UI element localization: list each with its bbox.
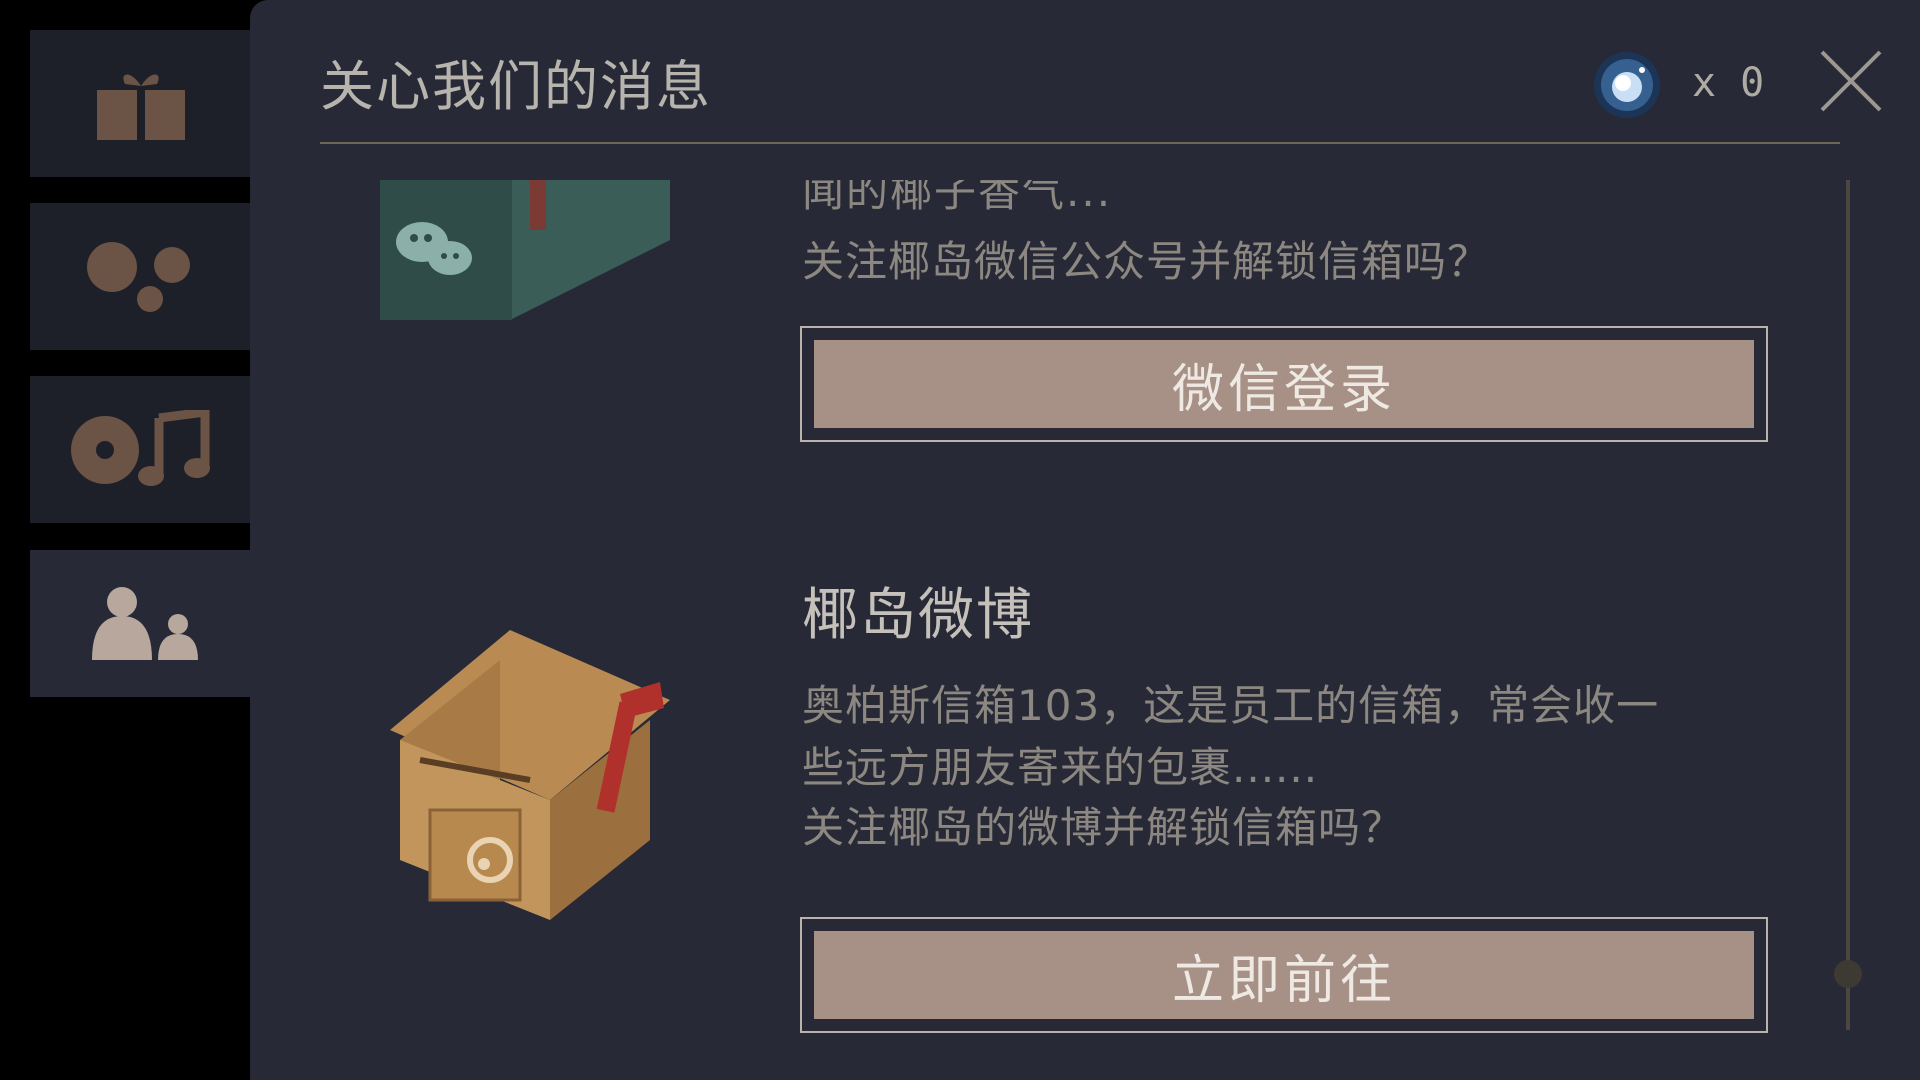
weibo-go-button[interactable]: 立即前往 <box>800 917 1768 1033</box>
dots-icon <box>87 241 190 312</box>
wechat-login-button[interactable]: 微信登录 <box>800 326 1768 442</box>
weibo-mailbox-icon <box>390 630 670 920</box>
tab-dots[interactable] <box>30 203 252 350</box>
wechat-login-label: 微信登录 <box>814 340 1754 428</box>
currency-count: x 0 <box>1692 60 1765 106</box>
scrollbar-thumb[interactable] <box>1834 960 1862 988</box>
weibo-go-label: 立即前往 <box>814 931 1754 1019</box>
card-weibo-description-line-1: 奥柏斯信箱103，这是员工的信箱，常会收一 <box>802 681 1660 730</box>
page-title: 关心我们的消息 <box>320 55 712 118</box>
card-wechat-description: 关注椰岛微信公众号并解锁信箱吗？ <box>802 237 1491 286</box>
orb-icon <box>1594 52 1660 118</box>
card-wechat-cut-text: 闻的椰子香气... <box>802 180 1113 216</box>
people-icon <box>92 586 198 660</box>
card-weibo-title: 椰岛微博 <box>802 583 1034 648</box>
scroll-content: 闻的椰子香气... 关注椰岛微信公众号并解锁信箱吗？ 微信登录 椰岛微博 奥柏斯… <box>250 180 1850 1080</box>
card-weibo-description-line-2: 些远方朋友寄来的包裹...... <box>802 743 1319 792</box>
message-panel: 关心我们的消息 x 0 闻的椰子香气... 关注椰岛微信公众号并解锁信箱吗？ 微… <box>250 0 1920 1080</box>
scrollbar-track[interactable] <box>1846 180 1850 1030</box>
tab-gift[interactable] <box>30 30 252 177</box>
music-disc-icon <box>71 409 210 486</box>
wechat-mailbox-icon <box>380 180 670 320</box>
sidebar <box>0 0 262 1080</box>
title-divider <box>320 142 1840 144</box>
tab-people[interactable] <box>30 550 262 697</box>
gift-icon <box>97 74 185 140</box>
card-weibo-description-line-3: 关注椰岛的微博并解锁信箱吗？ <box>802 803 1405 852</box>
tab-music[interactable] <box>30 376 252 523</box>
close-icon[interactable] <box>1818 48 1884 114</box>
